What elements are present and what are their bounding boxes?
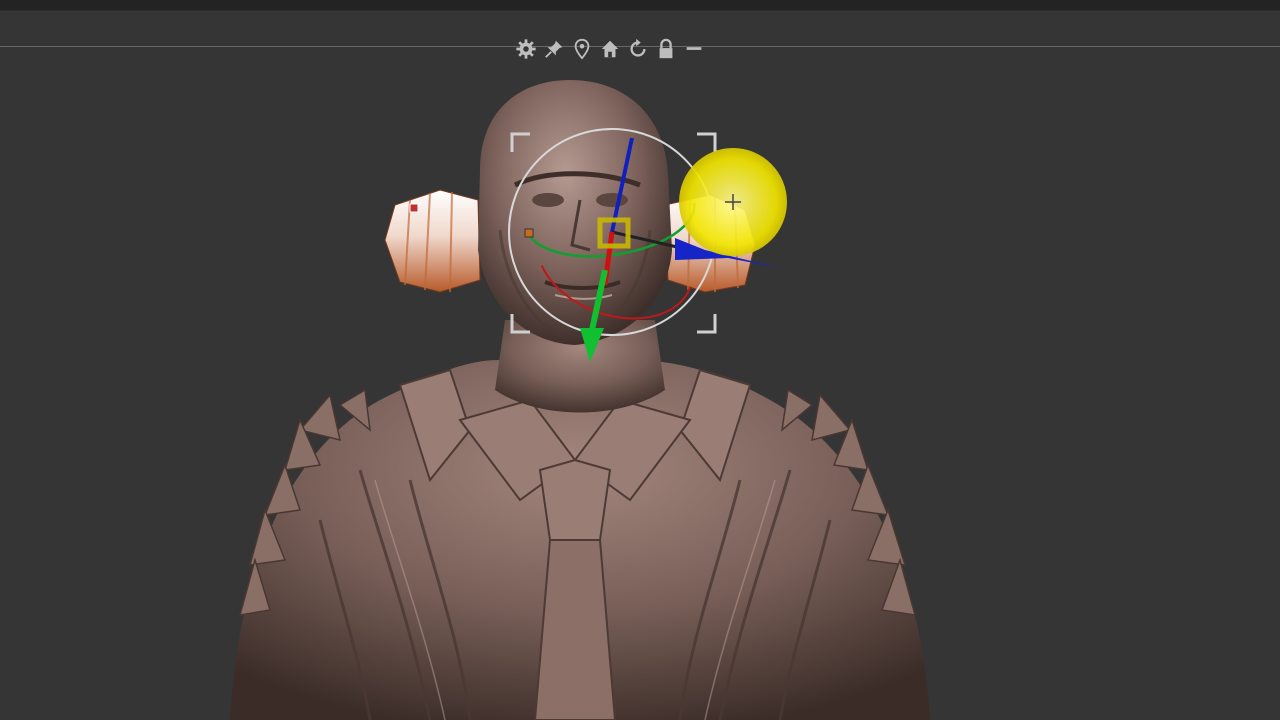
scene-render[interactable] bbox=[0, 0, 1280, 720]
model-head[interactable] bbox=[478, 80, 672, 345]
model-torso[interactable] bbox=[230, 360, 930, 720]
zbrush-canvas[interactable] bbox=[0, 0, 1280, 720]
gizmo-ear-handle[interactable] bbox=[409, 203, 419, 213]
model-ear-left[interactable] bbox=[384, 189, 481, 293]
gizmo-pivot-handle[interactable] bbox=[524, 228, 534, 238]
3d-viewport[interactable] bbox=[0, 62, 1280, 720]
